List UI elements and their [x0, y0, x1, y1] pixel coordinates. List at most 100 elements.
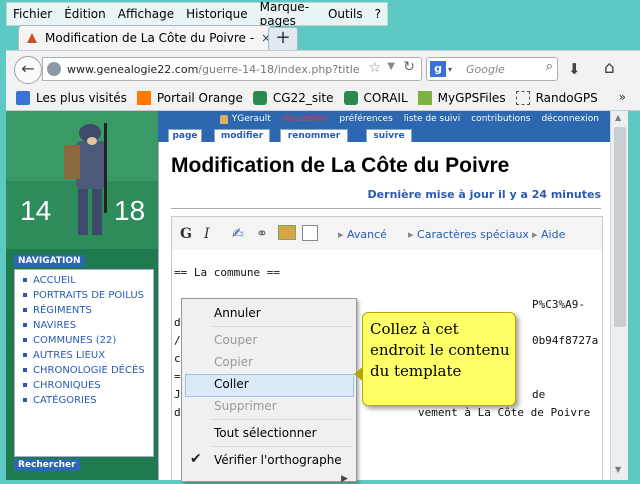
reference-icon[interactable] [302, 225, 318, 241]
search-icon[interactable]: ⌕ [546, 59, 553, 74]
help-menu[interactable]: Aide [532, 228, 565, 241]
history-dropdown-icon[interactable]: ▼ [387, 61, 395, 72]
sidebar-item-autres-lieux[interactable]: AUTRES LIEUX [23, 349, 153, 362]
bookmark-les-plus-visites[interactable]: Les plus visités [16, 91, 127, 105]
page-scrollbar[interactable]: ▲ ▼ [610, 111, 629, 480]
menu-cut: Couper [214, 333, 258, 347]
callout-bubble: Collez à cet endroit le contenu du templ… [362, 312, 516, 406]
globe-icon [47, 62, 61, 76]
bookmark-label: Les plus visités [36, 91, 127, 105]
reload-icon[interactable]: ↻ [403, 59, 415, 75]
advanced-menu[interactable]: Avancé [338, 228, 387, 241]
cg22-icon [343, 91, 358, 105]
menu-undo[interactable]: Annuler [214, 306, 261, 320]
url-bar[interactable]: www.genealogie22.com /guerre-14-18/index… [42, 57, 422, 81]
tab-title: Modification de La Côte du Poivre - Les … [45, 31, 255, 45]
code-fragment: c [174, 352, 181, 365]
site-logo[interactable]: 14 18 [6, 111, 158, 249]
page-tabs: page modifier renommer suivre [158, 127, 610, 144]
sidebar-item-portraits[interactable]: PORTRAITS DE POILUS [23, 289, 153, 302]
sidebar-item-accueil[interactable]: ACCUEIL [23, 274, 153, 287]
sidebar-item-navires[interactable]: NAVIRES [23, 319, 153, 332]
browser-tab[interactable]: Modification de La Côte du Poivre - Les … [18, 25, 272, 50]
code-fragment: = [174, 370, 181, 383]
menu-outils[interactable]: Outils [328, 7, 363, 21]
code-fragment: / [174, 334, 181, 347]
url-path: /guerre-14-18/index.php?title [198, 62, 360, 76]
scroll-up-icon[interactable]: ▲ [615, 113, 621, 122]
italic-button[interactable]: I [204, 226, 210, 242]
home-icon[interactable]: ⌂ [604, 58, 615, 78]
callout-annotation: Collez à cet endroit le contenu du templ… [354, 312, 516, 406]
page-title: Modification de La Côte du Poivre [171, 154, 510, 177]
logo-year-right: 18 [114, 195, 146, 226]
menu-copy: Copier [214, 355, 253, 369]
bookmark-mygpsfiles[interactable]: MyGPSFiles [417, 91, 506, 105]
editor-toolbar: G I ✍ ⚭ Avancé Caractères spéciaux Aide [171, 216, 603, 252]
menu-paste[interactable]: Coller [214, 377, 249, 391]
contributions-link[interactable]: contributions [471, 114, 530, 124]
search-heading: Rechercher [14, 459, 80, 471]
preferences-link[interactable]: préférences [339, 114, 392, 124]
user-link[interactable]: YGerault [219, 114, 271, 124]
logout-link[interactable]: déconnexion [541, 114, 599, 124]
watchlist-link[interactable]: liste de suivi [404, 114, 460, 124]
user-toolbar: YGerault discussion préférences liste de… [158, 111, 610, 127]
scroll-down-icon[interactable]: ▼ [615, 465, 621, 474]
google-icon[interactable]: g [430, 61, 446, 77]
more-bookmarks-icon[interactable]: » [619, 90, 626, 104]
menu-select-all[interactable]: Tout sélectionner [214, 426, 317, 440]
bookmark-label: MyGPSFiles [437, 91, 506, 105]
navigation-heading: NAVIGATION [14, 255, 85, 267]
code-fragment: P%C3%A9- [532, 298, 585, 311]
menu-help[interactable]: ? [375, 7, 381, 21]
sidebar: NAVIGATION ACCUEIL PORTRAITS DE POILUS R… [6, 249, 158, 480]
menu-historique[interactable]: Historique [186, 7, 248, 21]
menu-fichier[interactable]: Fichier [13, 7, 52, 21]
sidebar-item-chroniques[interactable]: CHRONIQUES [23, 379, 153, 392]
menu-spellcheck[interactable]: Vérifier l'orthographe [214, 453, 342, 467]
navigation-bar: ← www.genealogie22.com /guerre-14-18/ind… [6, 50, 640, 87]
image-icon[interactable] [278, 225, 296, 240]
context-menu: Annuler Couper Copier Coller Supprimer T… [181, 298, 357, 484]
user-icon [219, 114, 228, 124]
url-host: www.genealogie22.com [67, 62, 199, 76]
bookmark-randogps[interactable]: RandoGPS [515, 91, 598, 105]
download-icon[interactable]: ⬇ [568, 60, 581, 78]
site-favicon-icon [27, 33, 37, 43]
bookmark-corail[interactable]: CORAIL [343, 91, 408, 105]
bold-button[interactable]: G [180, 226, 192, 242]
search-bar[interactable]: g ▾ Google ⌕ [426, 57, 558, 81]
special-chars-menu[interactable]: Caractères spéciaux [408, 228, 529, 241]
menu-highlight [185, 374, 354, 397]
new-tab-button[interactable]: + [268, 27, 298, 51]
menu-edition[interactable]: Édition [64, 7, 106, 21]
gps-icon [417, 91, 432, 105]
discussion-link[interactable]: discussion [282, 114, 329, 124]
sidebar-item-categories[interactable]: CATÉGORIES [23, 394, 153, 407]
sidebar-item-chronologie[interactable]: CHRONOLOGIE DÉCÈS [23, 364, 153, 377]
engine-dropdown-icon[interactable]: ▾ [448, 65, 452, 74]
back-button[interactable]: ← [14, 56, 42, 84]
menu-affichage[interactable]: Affichage [118, 7, 174, 21]
sidebar-item-regiments[interactable]: RÉGIMENTS [23, 304, 153, 317]
code-line: == La commune == [174, 266, 280, 279]
signature-icon[interactable]: ✍ [232, 226, 244, 242]
bookmark-portail-orange[interactable]: Portail Orange [136, 91, 243, 105]
link-icon[interactable]: ⚭ [256, 226, 268, 242]
sidebar-item-communes[interactable]: COMMUNES (22) [23, 334, 153, 347]
bookmark-cg22[interactable]: CG22_site [252, 91, 334, 105]
navigation-box: ACCUEIL PORTRAITS DE POILUS RÉGIMENTS NA… [14, 269, 154, 457]
callout-text: Collez à cet endroit le contenu du templ… [370, 320, 510, 380]
scroll-thumb[interactable] [614, 127, 626, 327]
search-icon [16, 91, 30, 105]
code-fragment: d [174, 316, 181, 329]
bookmark-label: RandoGPS [535, 91, 598, 105]
search-placeholder: Google [466, 62, 505, 76]
menu-delete: Supprimer [214, 399, 277, 413]
bookmark-label: CG22_site [272, 91, 334, 105]
bookmark-star-icon[interactable]: ☆ [368, 60, 381, 76]
logo-year-left: 14 [20, 195, 52, 226]
code-fragment: de [532, 388, 546, 401]
back-arrow-icon: ← [21, 59, 35, 78]
